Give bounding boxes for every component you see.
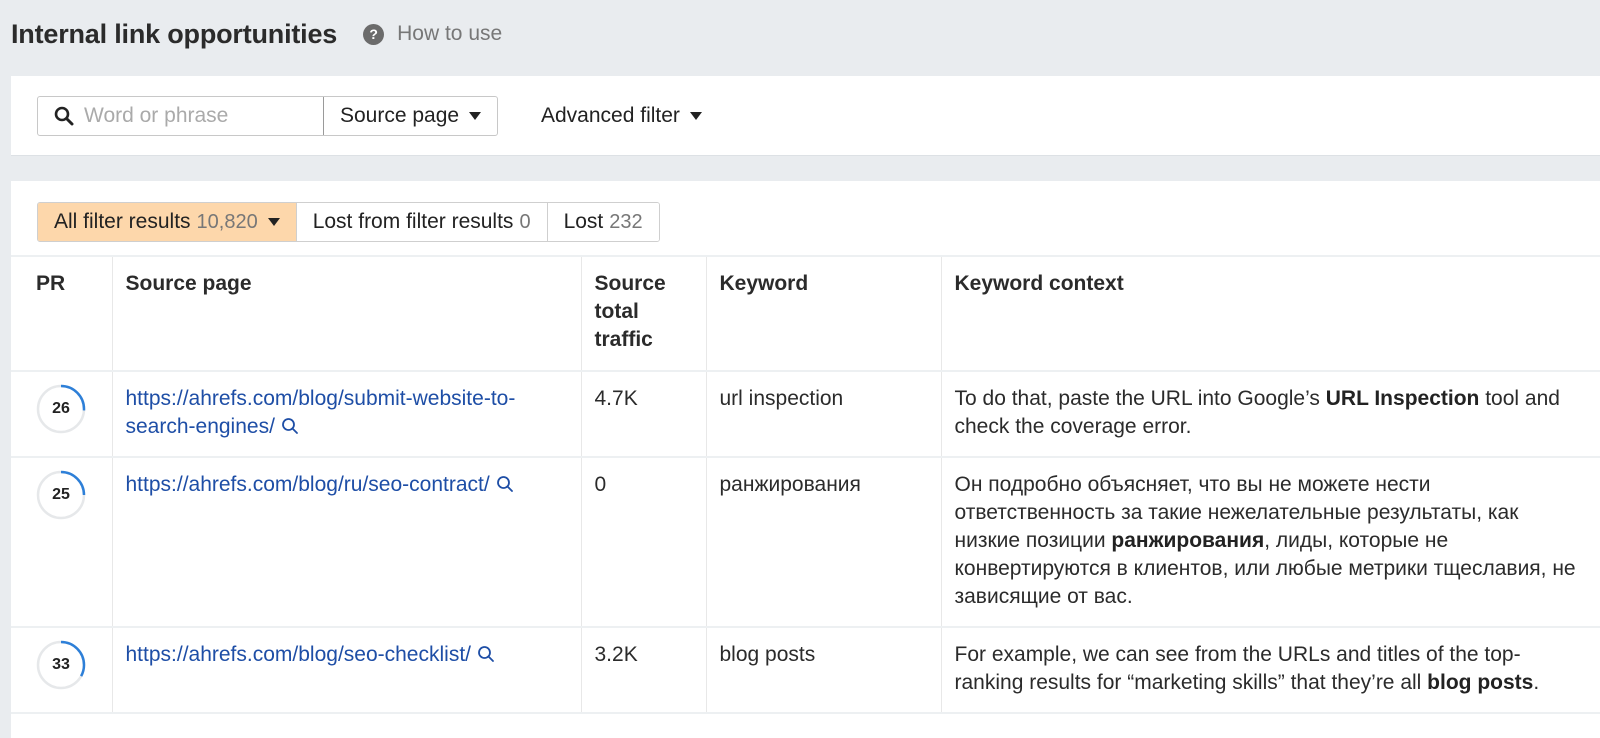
traffic-cell: 0 bbox=[580, 457, 706, 627]
context-keyword-highlight: URL Inspection bbox=[1325, 387, 1480, 410]
page-header: Internal link opportunities ? How to use bbox=[11, 14, 502, 54]
table-row: 26 https://ahrefs.com/blog/submit-websit… bbox=[11, 371, 1600, 457]
pr-value: 26 bbox=[52, 400, 70, 417]
column-header-keyword-context[interactable]: Keyword context bbox=[940, 256, 1600, 371]
pr-value: 25 bbox=[52, 486, 70, 503]
context-text: . bbox=[1533, 671, 1540, 694]
source-page-link[interactable]: https://ahrefs.com/blog/seo-checklist/ bbox=[126, 643, 472, 666]
pr-cell: 33 bbox=[11, 627, 112, 713]
search-field[interactable] bbox=[38, 97, 324, 135]
pr-ring: 25 bbox=[36, 470, 86, 520]
tab-count: 0 bbox=[519, 210, 531, 233]
pr-cell: 25 bbox=[11, 457, 112, 627]
tab-lost-from-filter-results[interactable]: Lost from filter results 0 bbox=[296, 203, 548, 241]
source-page-link[interactable]: https://ahrefs.com/blog/ru/seo-contract/ bbox=[126, 473, 490, 496]
opportunities-table: PR Source page Source total traffic Keyw… bbox=[11, 255, 1600, 714]
tab-label: Lost from filter results bbox=[312, 210, 514, 233]
advanced-filter-button[interactable]: Advanced filter bbox=[541, 96, 702, 136]
question-circle-icon: ? bbox=[363, 23, 385, 45]
results-tabs: All filter results 10,820 Lost from filt… bbox=[37, 202, 660, 242]
table-header-row: PR Source page Source total traffic Keyw… bbox=[11, 256, 1600, 371]
keyword-cell: ранжирования bbox=[705, 457, 941, 627]
filter-panel: Source page Advanced filter bbox=[11, 76, 1600, 156]
pr-ring: 26 bbox=[36, 384, 86, 434]
tab-count: 232 bbox=[609, 210, 643, 233]
search-icon[interactable] bbox=[281, 417, 299, 435]
keyword-cell: blog posts bbox=[705, 627, 941, 713]
column-header-source-total-traffic[interactable]: Source total traffic bbox=[580, 256, 706, 371]
pr-cell: 26 bbox=[11, 371, 112, 457]
caret-down-icon bbox=[267, 218, 280, 226]
page-title: Internal link opportunities bbox=[11, 18, 338, 49]
tab-lost[interactable]: Lost 232 bbox=[547, 203, 659, 241]
search-group: Source page bbox=[37, 96, 499, 136]
column-header-pr[interactable]: PR bbox=[11, 256, 112, 371]
results-panel: All filter results 10,820 Lost from filt… bbox=[11, 181, 1600, 738]
column-header-source-page[interactable]: Source page bbox=[111, 256, 581, 371]
traffic-cell: 3.2K bbox=[580, 627, 706, 713]
source-page-cell: https://ahrefs.com/blog/seo-checklist/ bbox=[111, 627, 581, 713]
tab-count: 10,820 bbox=[196, 210, 258, 233]
how-to-use-link[interactable]: ? How to use bbox=[363, 22, 502, 46]
search-icon[interactable] bbox=[496, 475, 514, 493]
caret-down-icon bbox=[469, 112, 482, 120]
source-page-select-label: Source page bbox=[340, 104, 460, 127]
how-to-use-label: How to use bbox=[397, 22, 503, 45]
search-icon bbox=[54, 106, 74, 126]
tab-label: All filter results bbox=[54, 210, 191, 233]
context-text: To do that, paste the URL into Google’s bbox=[954, 387, 1326, 410]
source-page-cell: https://ahrefs.com/blog/submit-website-t… bbox=[111, 371, 581, 457]
source-page-select[interactable]: Source page bbox=[324, 97, 497, 135]
tab-all-filter-results[interactable]: All filter results 10,820 bbox=[38, 203, 297, 241]
keyword-context-cell: For example, we can see from the URLs an… bbox=[940, 627, 1600, 713]
keyword-context-cell: Он подробно объясняет, что вы не можете … bbox=[940, 457, 1600, 627]
search-icon[interactable] bbox=[477, 645, 495, 663]
caret-down-icon bbox=[689, 112, 702, 120]
keyword-cell: url inspection bbox=[705, 371, 941, 457]
traffic-cell: 4.7K bbox=[580, 371, 706, 457]
pr-value: 33 bbox=[52, 656, 70, 673]
advanced-filter-label: Advanced filter bbox=[541, 104, 680, 127]
pr-ring: 33 bbox=[36, 640, 86, 690]
source-page-cell: https://ahrefs.com/blog/ru/seo-contract/ bbox=[111, 457, 581, 627]
source-page-link[interactable]: https://ahrefs.com/blog/submit-website-t… bbox=[126, 387, 516, 438]
tab-label: Lost bbox=[563, 210, 604, 233]
column-header-keyword[interactable]: Keyword bbox=[705, 256, 941, 371]
table-row: 33 https://ahrefs.com/blog/seo-checklist… bbox=[11, 627, 1600, 713]
context-keyword-highlight: ранжирования bbox=[1111, 529, 1265, 552]
search-input[interactable] bbox=[84, 104, 314, 128]
keyword-context-cell: To do that, paste the URL into Google’s … bbox=[940, 371, 1600, 457]
table-row: 25 https://ahrefs.com/blog/ru/seo-contra… bbox=[11, 457, 1600, 627]
context-keyword-highlight: blog posts bbox=[1427, 671, 1534, 694]
